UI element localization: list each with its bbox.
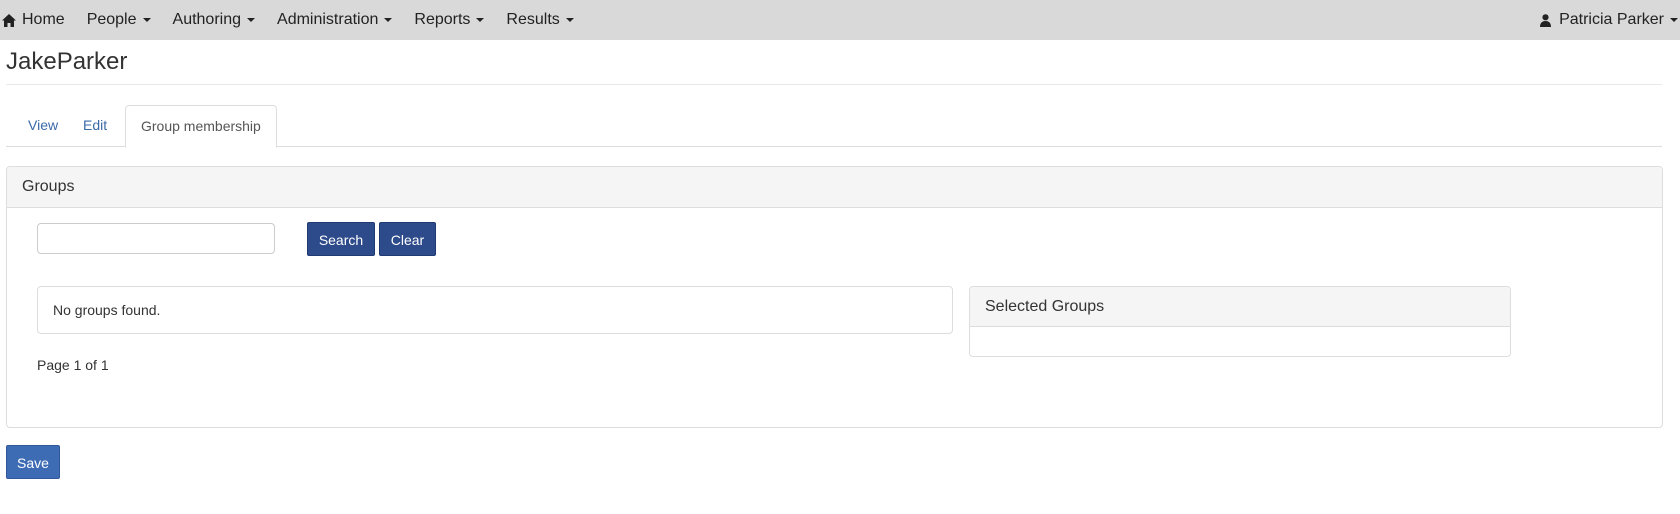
no-results-message: No groups found. <box>53 302 161 318</box>
chevron-down-icon <box>476 18 485 22</box>
groups-panel-heading: Groups <box>7 167 1662 208</box>
tab-group-membership[interactable]: Group membership <box>125 105 277 148</box>
selected-groups-heading: Selected Groups <box>970 287 1510 327</box>
nav-home[interactable]: Home <box>0 0 76 40</box>
nav-people-label: People <box>86 11 137 28</box>
nav-menu: Home People Authoring Administration Rep… <box>0 0 585 40</box>
home-icon <box>2 13 16 27</box>
group-search-input[interactable] <box>37 223 275 254</box>
nav-authoring-label: Authoring <box>172 11 242 28</box>
nav-administration[interactable]: Administration <box>266 0 403 40</box>
nav-administration-label: Administration <box>277 11 379 28</box>
nav-reports[interactable]: Reports <box>403 0 495 40</box>
nav-home-label: Home <box>22 11 65 28</box>
selected-groups-panel: Selected Groups <box>969 286 1511 357</box>
nav-people[interactable]: People <box>76 0 162 40</box>
nav-authoring[interactable]: Authoring <box>162 0 267 40</box>
clear-button[interactable]: Clear <box>379 222 436 256</box>
chevron-down-icon <box>247 18 256 22</box>
tab-bar: View Edit Group membership <box>6 105 1662 148</box>
chevron-down-icon <box>1670 18 1678 22</box>
groups-panel: Groups Search Clear No groups found. Pag… <box>6 166 1663 428</box>
groups-results-box: No groups found. <box>37 286 953 334</box>
nav-results-label: Results <box>506 11 560 28</box>
tab-edit[interactable]: Edit <box>68 105 122 145</box>
nav-results[interactable]: Results <box>495 0 584 40</box>
user-name: Patricia Parker <box>1559 11 1664 28</box>
pager-text: Page 1 of 1 <box>37 357 109 373</box>
search-button[interactable]: Search <box>307 222 375 256</box>
page-title: JakeParker <box>6 48 128 75</box>
chevron-down-icon <box>565 18 574 22</box>
top-navbar: Home People Authoring Administration Rep… <box>0 0 1680 40</box>
nav-reports-label: Reports <box>414 11 471 28</box>
title-divider <box>6 84 1662 85</box>
save-button[interactable]: Save <box>6 445 60 479</box>
chevron-down-icon <box>142 18 151 22</box>
tab-view[interactable]: View <box>13 105 73 145</box>
user-icon <box>1540 13 1552 27</box>
chevron-down-icon <box>384 18 393 22</box>
user-menu[interactable]: Patricia Parker <box>1540 0 1680 40</box>
